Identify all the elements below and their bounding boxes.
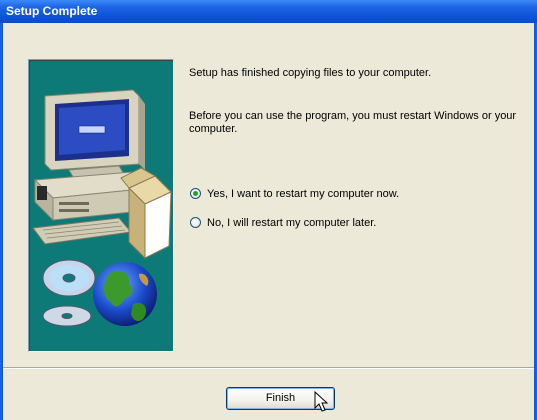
restart-later-option[interactable]: No, I will restart my computer later. [190,216,376,229]
restart-now-label[interactable]: Yes, I want to restart my computer now. [207,188,399,200]
globe-icon [93,262,157,326]
dialog-body: Setup has finished copying files to your… [3,23,534,420]
mouse-cursor-icon [314,391,329,412]
status-message: Setup has finished copying files to your… [189,67,432,79]
separator [3,367,534,369]
window-title: Setup Complete [6,4,98,18]
title-bar[interactable]: Setup Complete [0,0,537,23]
restart-now-option[interactable]: Yes, I want to restart my computer now. [190,187,399,200]
setup-illustration [28,59,174,352]
radio-unselected-icon[interactable] [190,217,201,228]
radio-selected-icon[interactable] [190,188,201,199]
restart-notice: Before you can use the program, you must… [189,110,517,135]
restart-later-label[interactable]: No, I will restart my computer later. [207,217,376,229]
